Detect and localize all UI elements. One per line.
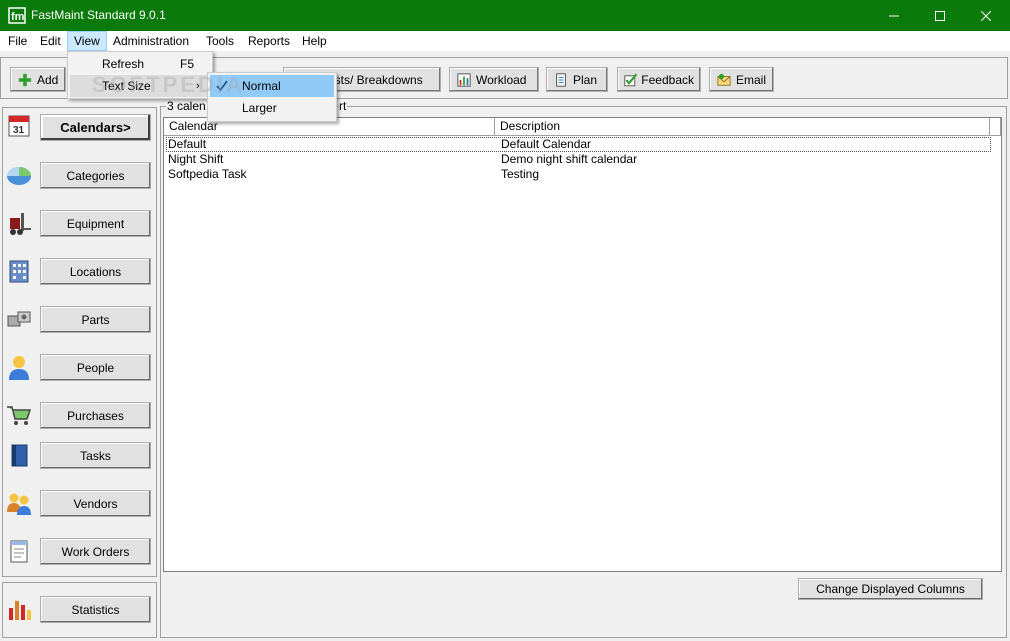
book-icon <box>11 444 28 467</box>
sidebar-item-work-orders-label: Work Orders <box>61 544 130 559</box>
sidebar-item-work-orders[interactable]: Work Orders <box>40 538 151 565</box>
users-group-icon <box>7 493 31 515</box>
email-button[interactable]: Email <box>709 67 774 92</box>
email-icon <box>717 73 731 86</box>
sidebar-item-calendars-label: Calendars> <box>60 120 131 135</box>
sidebar-item-people[interactable]: People <box>40 354 151 381</box>
close-icon <box>981 10 991 21</box>
menu-view[interactable]: View <box>67 31 107 51</box>
cell-description: Testing <box>501 167 540 181</box>
cell-calendar: Softpedia Task <box>168 167 247 181</box>
cell-calendar: Night Shift <box>168 152 224 166</box>
statistics-chart-icon <box>9 601 31 620</box>
person-icon <box>9 356 29 380</box>
menu-file[interactable]: File <box>2 31 33 51</box>
add-label: Add <box>37 72 59 87</box>
feedback-button[interactable]: Feedback <box>617 67 701 92</box>
sidebar-item-vendors-label: Vendors <box>73 496 118 511</box>
add-button[interactable]: Add <box>10 67 66 92</box>
sidebar-item-purchases-label: Purchases <box>67 408 124 423</box>
cell-calendar: Default <box>168 137 207 151</box>
plan-button[interactable]: Plan <box>546 67 608 92</box>
cell-description: Demo night shift calendar <box>501 152 638 166</box>
feedback-label: Feedback <box>641 72 694 87</box>
building-icon <box>9 260 29 283</box>
document-icon <box>556 72 566 87</box>
app-logo-icon: fm <box>8 7 26 24</box>
sidebar-item-tasks[interactable]: Tasks <box>40 442 151 469</box>
softpedia-watermark: SOFTPEDIA <box>92 72 245 97</box>
table-row[interactable] <box>166 167 991 182</box>
menu-item-larger[interactable]: Larger <box>210 97 334 119</box>
sidebar-item-categories-label: Categories <box>66 168 125 183</box>
sidebar-item-parts[interactable]: Parts <box>40 306 151 333</box>
cell-description: Default Calendar <box>501 137 592 151</box>
change-displayed-columns-button[interactable]: Change Displayed Columns <box>798 578 983 600</box>
sidebar-item-equipment[interactable]: Equipment <box>40 210 151 237</box>
menu-tools[interactable]: Tools <box>200 31 240 51</box>
menu-bar: File Edit View Administration Tools Repo… <box>0 31 1010 51</box>
menu-help[interactable]: Help <box>296 31 333 51</box>
change-displayed-columns-label: Change Displayed Columns <box>816 582 965 596</box>
menu-item-normal-label: Normal <box>242 79 281 93</box>
title-bar: fm FastMaint Standard 9.0.1 <box>0 0 1010 31</box>
group-caption: 3 calen <box>166 99 207 113</box>
sidebar-item-parts-label: Parts <box>81 312 110 327</box>
menu-edit[interactable]: Edit <box>34 31 67 51</box>
workload-label: Workload <box>476 72 527 87</box>
minimize-button[interactable] <box>871 0 917 31</box>
calendar-grid[interactable]: Calendar Description Default Default Cal… <box>163 117 1002 572</box>
sidebar-item-vendors[interactable]: Vendors <box>40 490 151 517</box>
svg-text:31: 31 <box>13 125 25 136</box>
window-title: FastMaint Standard 9.0.1 <box>31 8 166 22</box>
checkbox-icon <box>624 73 638 86</box>
sidebar-item-tasks-label: Tasks <box>80 448 111 463</box>
email-label: Email <box>736 72 767 87</box>
sidebar-item-statistics[interactable]: Statistics <box>40 596 151 623</box>
sidebar-item-people-label: People <box>76 360 115 375</box>
plus-icon <box>18 73 32 86</box>
close-button[interactable] <box>963 0 1009 31</box>
maximize-icon <box>935 10 945 21</box>
calendar-icon: 31 <box>8 115 30 137</box>
shopping-cart-icon <box>7 406 32 425</box>
workload-button[interactable]: Workload <box>449 67 539 92</box>
pie-chart-icon <box>7 167 31 185</box>
sidebar-item-locations[interactable]: Locations <box>40 258 151 285</box>
maximize-button[interactable] <box>917 0 963 31</box>
sidebar-item-purchases[interactable]: Purchases <box>40 402 151 429</box>
column-header-filler <box>990 118 1001 136</box>
svg-text:fm: fm <box>11 11 25 23</box>
plan-label: Plan <box>573 72 598 87</box>
bar-chart-icon <box>457 72 471 87</box>
parts-icon <box>7 311 31 327</box>
sidebar-item-locations-label: Locations <box>69 264 122 279</box>
menu-administration[interactable]: Administration <box>107 31 195 51</box>
sidebar-item-equipment-label: Equipment <box>66 216 125 231</box>
sidebar-item-categories[interactable]: Categories <box>40 162 151 189</box>
menu-reports[interactable]: Reports <box>242 31 296 51</box>
forklift-icon <box>10 213 31 235</box>
work-order-document-icon <box>10 540 28 563</box>
sidebar-item-calendars[interactable]: Calendars> <box>40 114 151 141</box>
sidebar-item-statistics-label: Statistics <box>71 602 120 617</box>
forecasts-breakdowns-label: asts/ Breakdowns <box>328 72 423 87</box>
group-caption-tail: rt <box>338 99 348 113</box>
minimize-icon <box>889 15 899 16</box>
column-header-description[interactable]: Description <box>495 118 990 136</box>
menu-item-larger-label: Larger <box>242 101 277 115</box>
